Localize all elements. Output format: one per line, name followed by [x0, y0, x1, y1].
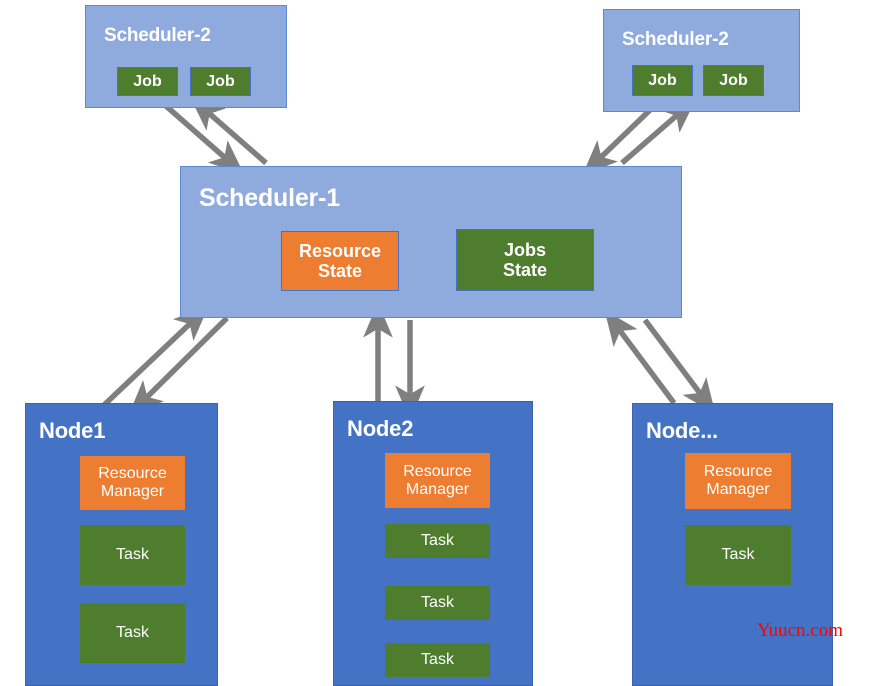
jobs-state-line2: State	[502, 260, 547, 280]
connector-scheduler1-to-node1	[101, 305, 229, 416]
resource-manager-line1: Resource	[98, 465, 167, 483]
scheduler-1-title: Scheduler-1	[199, 184, 340, 212]
resource-state-line1: Resource	[298, 240, 382, 261]
scheduler-1-box[interactable]: Scheduler-1 Resource State Jobs State	[180, 166, 682, 318]
jobs-state-line1: Jobs	[503, 239, 546, 260]
node1-title: Node1	[39, 418, 106, 443]
task-chip[interactable]: Task	[684, 524, 792, 586]
resource-manager-chip[interactable]: Resource Manager	[384, 452, 491, 509]
diagram-canvas: Scheduler-2 Job Job Scheduler-2 Job Job …	[0, 0, 870, 686]
job-chip[interactable]: Job	[190, 67, 251, 96]
connector-scheduler1-to-node3	[604, 309, 716, 415]
resource-state-chip[interactable]: Resource State	[281, 231, 399, 291]
connector-scheduler2left-to-scheduler1	[164, 96, 268, 175]
scheduler-2-left-box[interactable]: Scheduler-2 Job Job	[85, 5, 287, 108]
connector-scheduler1-to-node2	[363, 302, 425, 421]
jobs-state-chip[interactable]: Jobs State	[456, 229, 594, 291]
node3-box[interactable]: Node... Resource Manager Task	[632, 403, 833, 686]
watermark: Yuucn.com	[757, 620, 844, 641]
node2-title: Node2	[347, 416, 414, 441]
task-chip[interactable]: Task	[79, 524, 186, 586]
resource-manager-line2: Manager	[706, 481, 770, 498]
resource-manager-line1: Resource	[703, 463, 773, 481]
job-chip[interactable]: Job	[703, 65, 764, 96]
resource-manager-line2: Manager	[405, 480, 470, 498]
job-chip[interactable]: Job	[117, 67, 178, 96]
scheduler-2-left-title: Scheduler-2	[104, 25, 211, 46]
resource-manager-chip[interactable]: Resource Manager	[684, 452, 792, 510]
task-chip[interactable]: Task	[79, 602, 186, 664]
node2-box[interactable]: Node2 Resource Manager Task Task Task	[333, 401, 533, 686]
connector-scheduler2right-to-scheduler1	[582, 98, 697, 176]
resource-manager-chip[interactable]: Resource Manager	[79, 455, 186, 511]
node3-title: Node...	[646, 418, 718, 443]
scheduler-2-right-box[interactable]: Scheduler-2 Job Job	[603, 9, 800, 112]
task-chip[interactable]: Task	[384, 585, 491, 621]
job-chip[interactable]: Job	[632, 65, 693, 96]
resource-manager-line2: Manager	[100, 483, 165, 500]
node1-box[interactable]: Node1 Resource Manager Task Task	[25, 403, 218, 686]
task-chip[interactable]: Task	[384, 642, 491, 678]
resource-manager-line1: Resource	[403, 462, 472, 480]
scheduler-2-right-title: Scheduler-2	[622, 29, 729, 50]
task-chip[interactable]: Task	[384, 523, 491, 559]
resource-state-line2: State	[317, 261, 362, 281]
